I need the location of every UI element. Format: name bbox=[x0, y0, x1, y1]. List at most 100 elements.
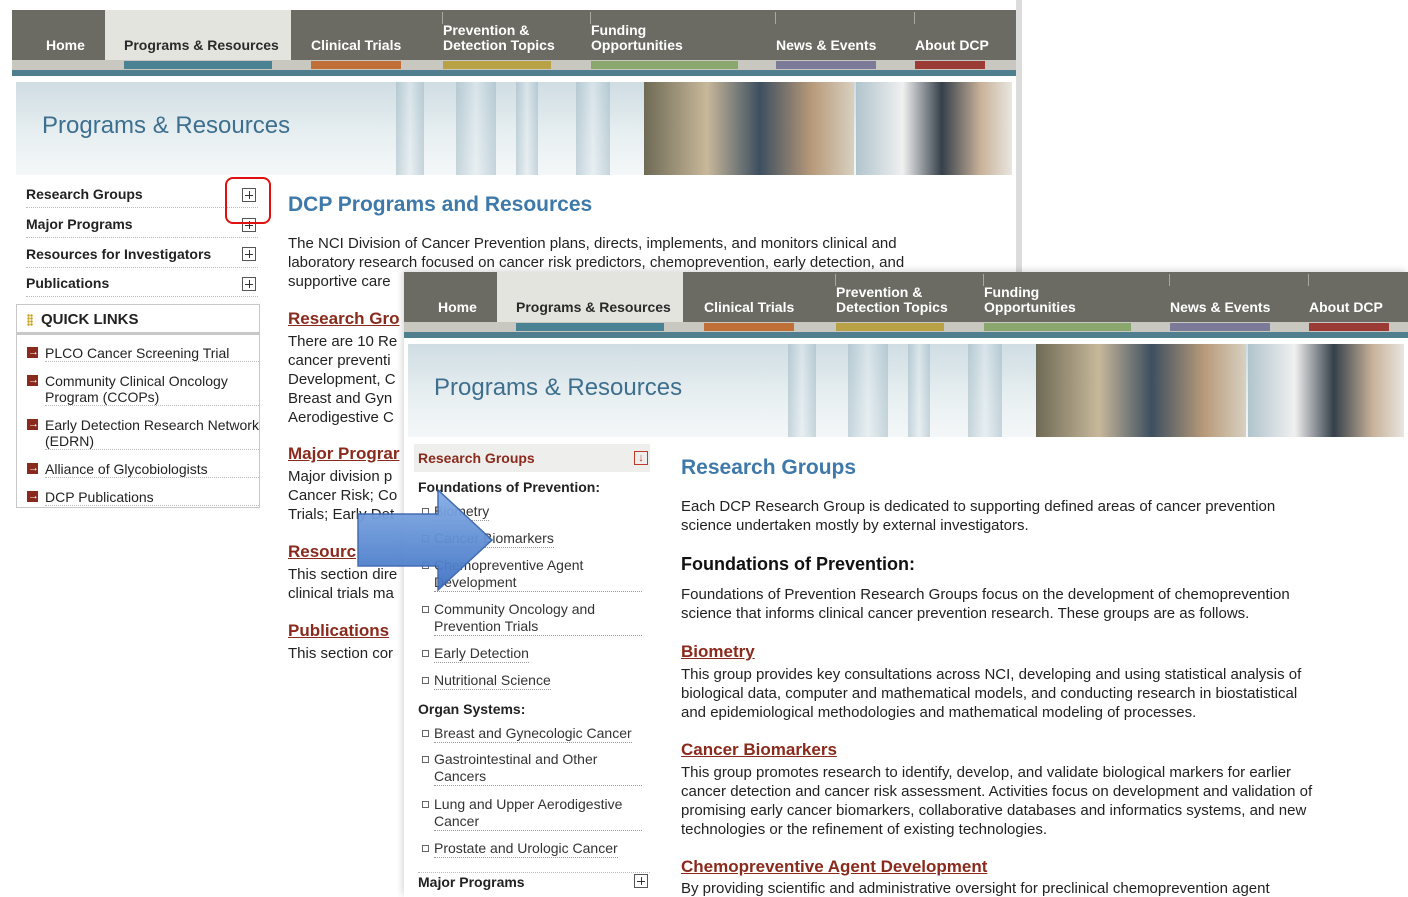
text-line: The NCI Division of Cancer Prevention pl… bbox=[288, 235, 897, 252]
publications-link[interactable]: Publications bbox=[288, 621, 389, 641]
banner: Programs & Resources bbox=[408, 344, 1404, 437]
nav-funding[interactable]: Funding Opportunities bbox=[983, 272, 1114, 322]
arrow-right-icon bbox=[27, 488, 39, 504]
arrow-right-icon bbox=[27, 460, 39, 476]
banner-title: Programs & Resources bbox=[42, 112, 291, 139]
tree-item-gi[interactable]: Gastrointestinal and Other Cancers bbox=[420, 751, 642, 786]
sidebar-item-publications[interactable]: Publications bbox=[26, 275, 258, 297]
nav-label: Clinical Trials bbox=[704, 299, 795, 315]
nav-programs-resources[interactable]: Programs & Resources bbox=[105, 10, 291, 60]
nav-label: About DCP bbox=[915, 37, 989, 53]
tree-item-nutritional-science[interactable]: Nutritional Science bbox=[420, 672, 642, 690]
nav-label: Funding Opportunities bbox=[591, 23, 683, 53]
quick-link-item[interactable]: Early Detection Research Network (EDRN) bbox=[17, 416, 259, 450]
nav-label: Programs & Resources bbox=[124, 37, 279, 53]
nav-label-line: Opportunities bbox=[591, 37, 683, 53]
tree-item-label: Early Detection bbox=[434, 645, 529, 663]
major-programs-link[interactable]: Major Prograr bbox=[288, 444, 399, 464]
quick-links-heading: QUICK LINKS bbox=[17, 305, 259, 335]
nav-prevention-detection[interactable]: Prevention & Detection Topics bbox=[442, 10, 573, 60]
highlight-box bbox=[225, 177, 271, 224]
banner: Programs & Resources bbox=[16, 82, 1012, 175]
sidebar-item-label: Publications bbox=[26, 275, 110, 291]
nav-underline bbox=[12, 70, 1016, 76]
top-nav: Home Programs & Resources Clinical Trial… bbox=[404, 272, 1408, 322]
collapse-arrow-icon[interactable]: ↓ bbox=[634, 451, 648, 465]
quick-link-item[interactable]: PLCO Cancer Screening Trial bbox=[17, 344, 259, 362]
tree-item-breast-gyn[interactable]: Breast and Gynecologic Cancer bbox=[420, 725, 642, 743]
text-line: cancer preventi bbox=[288, 352, 391, 369]
nav-label: Clinical Trials bbox=[311, 37, 402, 53]
nav-label: News & Events bbox=[1170, 299, 1271, 315]
text-line: laboratory research focused on cancer ri… bbox=[288, 254, 905, 271]
text-line: Aerodigestive C bbox=[288, 409, 394, 426]
text-line: This group provides key consultations ac… bbox=[681, 666, 1302, 683]
nav-label-line: Prevention & bbox=[836, 284, 923, 300]
tree-item-lung[interactable]: Lung and Upper Aerodigestive Cancer bbox=[420, 796, 642, 831]
nav-label-line: Detection Topics bbox=[443, 37, 555, 53]
sidebar-item-label: Major Programs bbox=[26, 216, 133, 232]
nav-label: Programs & Resources bbox=[516, 299, 671, 315]
chemopreventive-link[interactable]: Chemopreventive Agent Development bbox=[681, 857, 987, 877]
cancer-biomarkers-link[interactable]: Cancer Biomarkers bbox=[681, 740, 837, 760]
expand-plus-icon[interactable] bbox=[242, 277, 256, 291]
nav-color-bar bbox=[404, 322, 1408, 332]
quick-link-label: Community Clinical Oncology Program (CCO… bbox=[45, 373, 259, 406]
nav-about[interactable]: About DCP bbox=[914, 10, 1005, 60]
research-groups-link[interactable]: Research Gro bbox=[288, 309, 400, 329]
banner-photo-meeting bbox=[1036, 344, 1246, 437]
nav-clinical-trials[interactable]: Clinical Trials bbox=[704, 272, 814, 322]
nav-color-bar bbox=[12, 60, 1016, 70]
tree-item-label: Community Oncology and Prevention Trials bbox=[434, 601, 642, 636]
biometry-paragraph: This group provides key consultations ac… bbox=[681, 665, 1391, 722]
text-line: technologies or the refinement of existi… bbox=[681, 821, 1048, 838]
banner-photo-doctor bbox=[856, 82, 1012, 175]
text-line: science that informs clinical cancer pre… bbox=[681, 605, 1250, 622]
text-line: This group promotes research to identify… bbox=[681, 764, 1292, 781]
sidebar-item-research-groups[interactable]: Research Groups ↓ bbox=[414, 444, 650, 472]
quick-link-label: DCP Publications bbox=[45, 489, 259, 506]
biomarkers-paragraph: This group promotes research to identify… bbox=[681, 763, 1401, 839]
tree-item-label: Nutritional Science bbox=[434, 672, 551, 690]
resources-link[interactable]: Resourc bbox=[288, 542, 356, 562]
quick-link-item[interactable]: Community Clinical Oncology Program (CCO… bbox=[17, 372, 259, 406]
tree-item-community-oncology[interactable]: Community Oncology and Prevention Trials bbox=[420, 601, 642, 636]
sidebar-item-major-programs[interactable]: Major Programs bbox=[26, 216, 258, 238]
text-line: promising early cancer biomarkers, colla… bbox=[681, 802, 1307, 819]
nav-label-line: Detection Topics bbox=[836, 299, 948, 315]
nav-label: Home bbox=[438, 299, 477, 315]
quick-link-label: PLCO Cancer Screening Trial bbox=[45, 345, 259, 362]
arrow-right-icon bbox=[27, 372, 39, 388]
nav-programs-resources[interactable]: Programs & Resources bbox=[497, 272, 683, 322]
sidebar-item-resources-investigators[interactable]: Resources for Investigators bbox=[26, 246, 258, 268]
expand-plus-icon[interactable] bbox=[634, 874, 648, 888]
arrow-right-icon bbox=[27, 344, 39, 360]
nav-about[interactable]: About DCP bbox=[1308, 272, 1404, 322]
biometry-link[interactable]: Biometry bbox=[681, 642, 755, 662]
tree-item-prostate[interactable]: Prostate and Urologic Cancer bbox=[420, 840, 642, 858]
banner-photo-doctor bbox=[1248, 344, 1404, 437]
quick-link-item[interactable]: Alliance of Glycobiologists bbox=[17, 460, 259, 478]
nav-underline bbox=[404, 332, 1408, 338]
text-line: cancer detection and cancer risk assessm… bbox=[681, 783, 1313, 800]
nav-news-events[interactable]: News & Events bbox=[1169, 272, 1290, 322]
nav-label-line: Opportunities bbox=[984, 299, 1076, 315]
quick-link-item[interactable]: DCP Publications bbox=[17, 488, 259, 506]
foundations-title: Foundations of Prevention: bbox=[681, 554, 915, 574]
quick-links-box: QUICK LINKS PLCO Cancer Screening Trial … bbox=[16, 304, 260, 508]
nav-label: News & Events bbox=[776, 37, 877, 53]
nav-funding[interactable]: Funding Opportunities bbox=[590, 10, 721, 60]
text-line: Each DCP Research Group is dedicated to … bbox=[681, 498, 1276, 515]
text-line: Foundations of Prevention Research Group… bbox=[681, 586, 1290, 603]
nav-clinical-trials[interactable]: Clinical Trials bbox=[311, 10, 421, 60]
page-title: Research Groups bbox=[681, 456, 857, 479]
expand-plus-icon[interactable] bbox=[242, 247, 256, 261]
banner-title: Programs & Resources bbox=[434, 374, 683, 401]
arrow-right-icon bbox=[27, 416, 39, 432]
sidebar-item-label: Research Groups bbox=[26, 186, 143, 202]
sidebar-item-research-groups[interactable]: Research Groups bbox=[26, 186, 258, 208]
sidebar-item-major-programs[interactable]: Major Programs bbox=[418, 872, 650, 894]
nav-prevention-detection[interactable]: Prevention & Detection Topics bbox=[835, 272, 966, 322]
tree-item-early-detection[interactable]: Early Detection bbox=[420, 645, 642, 663]
nav-news-events[interactable]: News & Events bbox=[775, 10, 896, 60]
